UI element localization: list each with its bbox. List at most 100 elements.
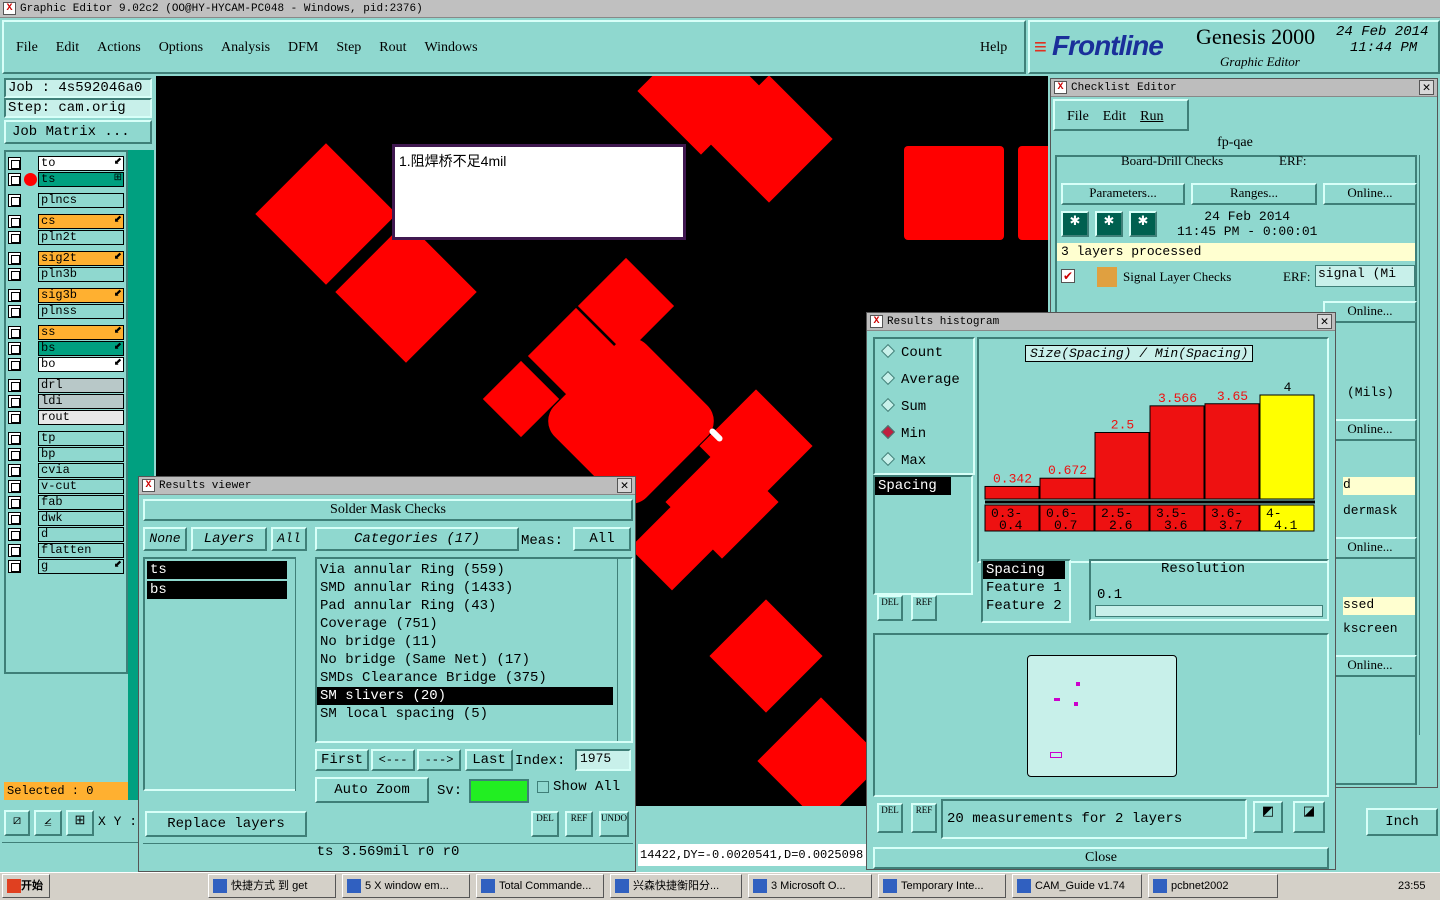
layer-row[interactable]: v-cut: [8, 479, 124, 494]
close-icon[interactable]: ✕: [1317, 314, 1332, 329]
layer-row[interactable]: bo ⬋: [8, 357, 124, 372]
first-button[interactable]: First: [315, 749, 369, 771]
layer-name[interactable]: dwk: [38, 511, 124, 526]
menu-step[interactable]: Step: [336, 40, 361, 56]
category-item[interactable]: SM local spacing (5): [317, 705, 631, 723]
mode-average-radio[interactable]: Average: [880, 370, 960, 388]
layer-checkbox[interactable]: [8, 560, 21, 573]
layer-checkbox[interactable]: [8, 528, 21, 541]
ranges-button[interactable]: Ranges...: [1191, 183, 1317, 205]
layer-row[interactable]: ldi: [8, 394, 124, 409]
layer-checkbox[interactable]: [8, 358, 21, 371]
all-button[interactable]: All: [271, 527, 307, 551]
layer-name[interactable]: ss: [38, 325, 124, 340]
layer-checkbox[interactable]: [8, 379, 21, 392]
histogram-bar[interactable]: [1039, 477, 1095, 500]
close-button[interactable]: Close: [873, 847, 1329, 869]
run-icon[interactable]: ✱: [1095, 211, 1123, 237]
del-button[interactable]: DEL: [531, 811, 559, 837]
last-button[interactable]: Last: [465, 749, 513, 771]
tool-icon[interactable]: ⊞: [66, 810, 94, 836]
units-select[interactable]: Inch: [1366, 808, 1438, 836]
layer-name[interactable]: cvia: [38, 463, 124, 478]
meas-select[interactable]: All: [573, 527, 631, 551]
check-header[interactable]: Solder Mask Checks: [143, 499, 633, 521]
show-all-checkbox[interactable]: [537, 781, 549, 793]
undo-button[interactable]: UNDO: [599, 811, 629, 837]
signal-field[interactable]: signal (Mi: [1315, 265, 1415, 287]
ref-button[interactable]: REF: [911, 595, 937, 621]
checkbox-icon[interactable]: ✔: [1061, 269, 1075, 283]
layer-name[interactable]: cs: [38, 214, 124, 229]
layer-row[interactable]: cvia: [8, 463, 124, 478]
layer-name[interactable]: drl: [38, 378, 124, 393]
layer-row[interactable]: ss ⬋: [8, 325, 124, 340]
layers-button[interactable]: Layers: [191, 527, 267, 551]
del-button[interactable]: DEL: [877, 595, 903, 621]
next-button[interactable]: --->: [417, 749, 461, 771]
layer-row[interactable]: pln2t: [8, 230, 124, 245]
menu-actions[interactable]: Actions: [97, 40, 141, 56]
layer-name[interactable]: plncs: [38, 193, 124, 208]
layer-name[interactable]: v-cut: [38, 479, 124, 494]
online-button[interactable]: Online...: [1323, 537, 1417, 559]
layer-name[interactable]: fab: [38, 495, 124, 510]
online-button[interactable]: Online...: [1323, 183, 1417, 205]
zoom-icon[interactable]: ◪: [1293, 801, 1325, 833]
ref-button[interactable]: REF: [565, 811, 593, 837]
layer-row[interactable]: sig3b ⬋: [8, 288, 124, 303]
layer-row[interactable]: drl: [8, 378, 124, 393]
layer-name[interactable]: ldi: [38, 394, 124, 409]
ref-button[interactable]: REF: [911, 803, 937, 833]
parameters-button[interactable]: Parameters...: [1061, 183, 1185, 205]
taskbar-item[interactable]: Temporary Inte...: [878, 874, 1006, 898]
layer-name[interactable]: rout: [38, 410, 124, 425]
annotation-box[interactable]: 1.阻焊桥不足4mil: [392, 144, 686, 240]
layer-checkbox[interactable]: [8, 157, 21, 170]
layer-row[interactable]: tp: [8, 431, 124, 446]
layer-checkbox[interactable]: [8, 173, 21, 186]
menu-file[interactable]: File: [16, 40, 38, 56]
layer-checkbox[interactable]: [8, 231, 21, 244]
layer-checkbox[interactable]: [8, 215, 21, 228]
layer-list-item[interactable]: bs: [147, 581, 287, 599]
category-item[interactable]: Via annular Ring (559): [317, 561, 631, 579]
run-icon[interactable]: ✱: [1129, 211, 1157, 237]
layer-name[interactable]: bo: [38, 357, 124, 372]
mode-max-radio[interactable]: Max: [880, 451, 926, 469]
category-item[interactable]: No bridge (11): [317, 633, 631, 651]
layer-checkbox[interactable]: [8, 544, 21, 557]
layer-row[interactable]: to ⬋: [8, 156, 124, 171]
menu-dfm[interactable]: DFM: [288, 40, 318, 56]
category-item[interactable]: No bridge (Same Net) (17): [317, 651, 631, 669]
layer-row[interactable]: plnss: [8, 304, 124, 319]
layer-row[interactable]: d: [8, 527, 124, 542]
category-item[interactable]: SMDs Clearance Bridge (375): [317, 669, 631, 687]
auto-zoom-select[interactable]: Auto Zoom: [315, 777, 429, 803]
layer-name[interactable]: bp: [38, 447, 124, 462]
start-button[interactable]: 开始: [2, 874, 50, 898]
taskbar-item[interactable]: 3 Microsoft O...: [748, 874, 872, 898]
category-item[interactable]: SM slivers (20): [317, 687, 613, 705]
layer-checkbox[interactable]: [8, 464, 21, 477]
taskbar-item[interactable]: CAM_Guide v1.74: [1012, 874, 1142, 898]
layer-row[interactable]: bp: [8, 447, 124, 462]
layer-checkbox[interactable]: [8, 432, 21, 445]
layer-name[interactable]: sig3b: [38, 288, 124, 303]
help-menu[interactable]: Help: [980, 40, 1007, 56]
tool-icon[interactable]: ⦤: [34, 810, 62, 836]
list-item[interactable]: Spacing: [983, 561, 1065, 579]
checklist-menu-run[interactable]: Run: [1140, 109, 1163, 125]
tool-icon[interactable]: ⧄: [4, 810, 30, 836]
checklist-scrollbar[interactable]: [1419, 155, 1435, 735]
layer-row[interactable]: rout: [8, 410, 124, 425]
category-item[interactable]: Coverage (751): [317, 615, 631, 633]
category-item[interactable]: Pad annular Ring (43): [317, 597, 631, 615]
layer-row[interactable]: g ⬋: [8, 559, 124, 574]
layer-checkbox[interactable]: [8, 448, 21, 461]
taskbar-item[interactable]: 5 X window em...: [342, 874, 470, 898]
menu-rout[interactable]: Rout: [379, 40, 406, 56]
histogram-bar[interactable]: [1094, 432, 1150, 500]
job-matrix-button[interactable]: Job Matrix ...: [4, 120, 152, 144]
layer-row[interactable]: sig2t ⬋: [8, 251, 124, 266]
